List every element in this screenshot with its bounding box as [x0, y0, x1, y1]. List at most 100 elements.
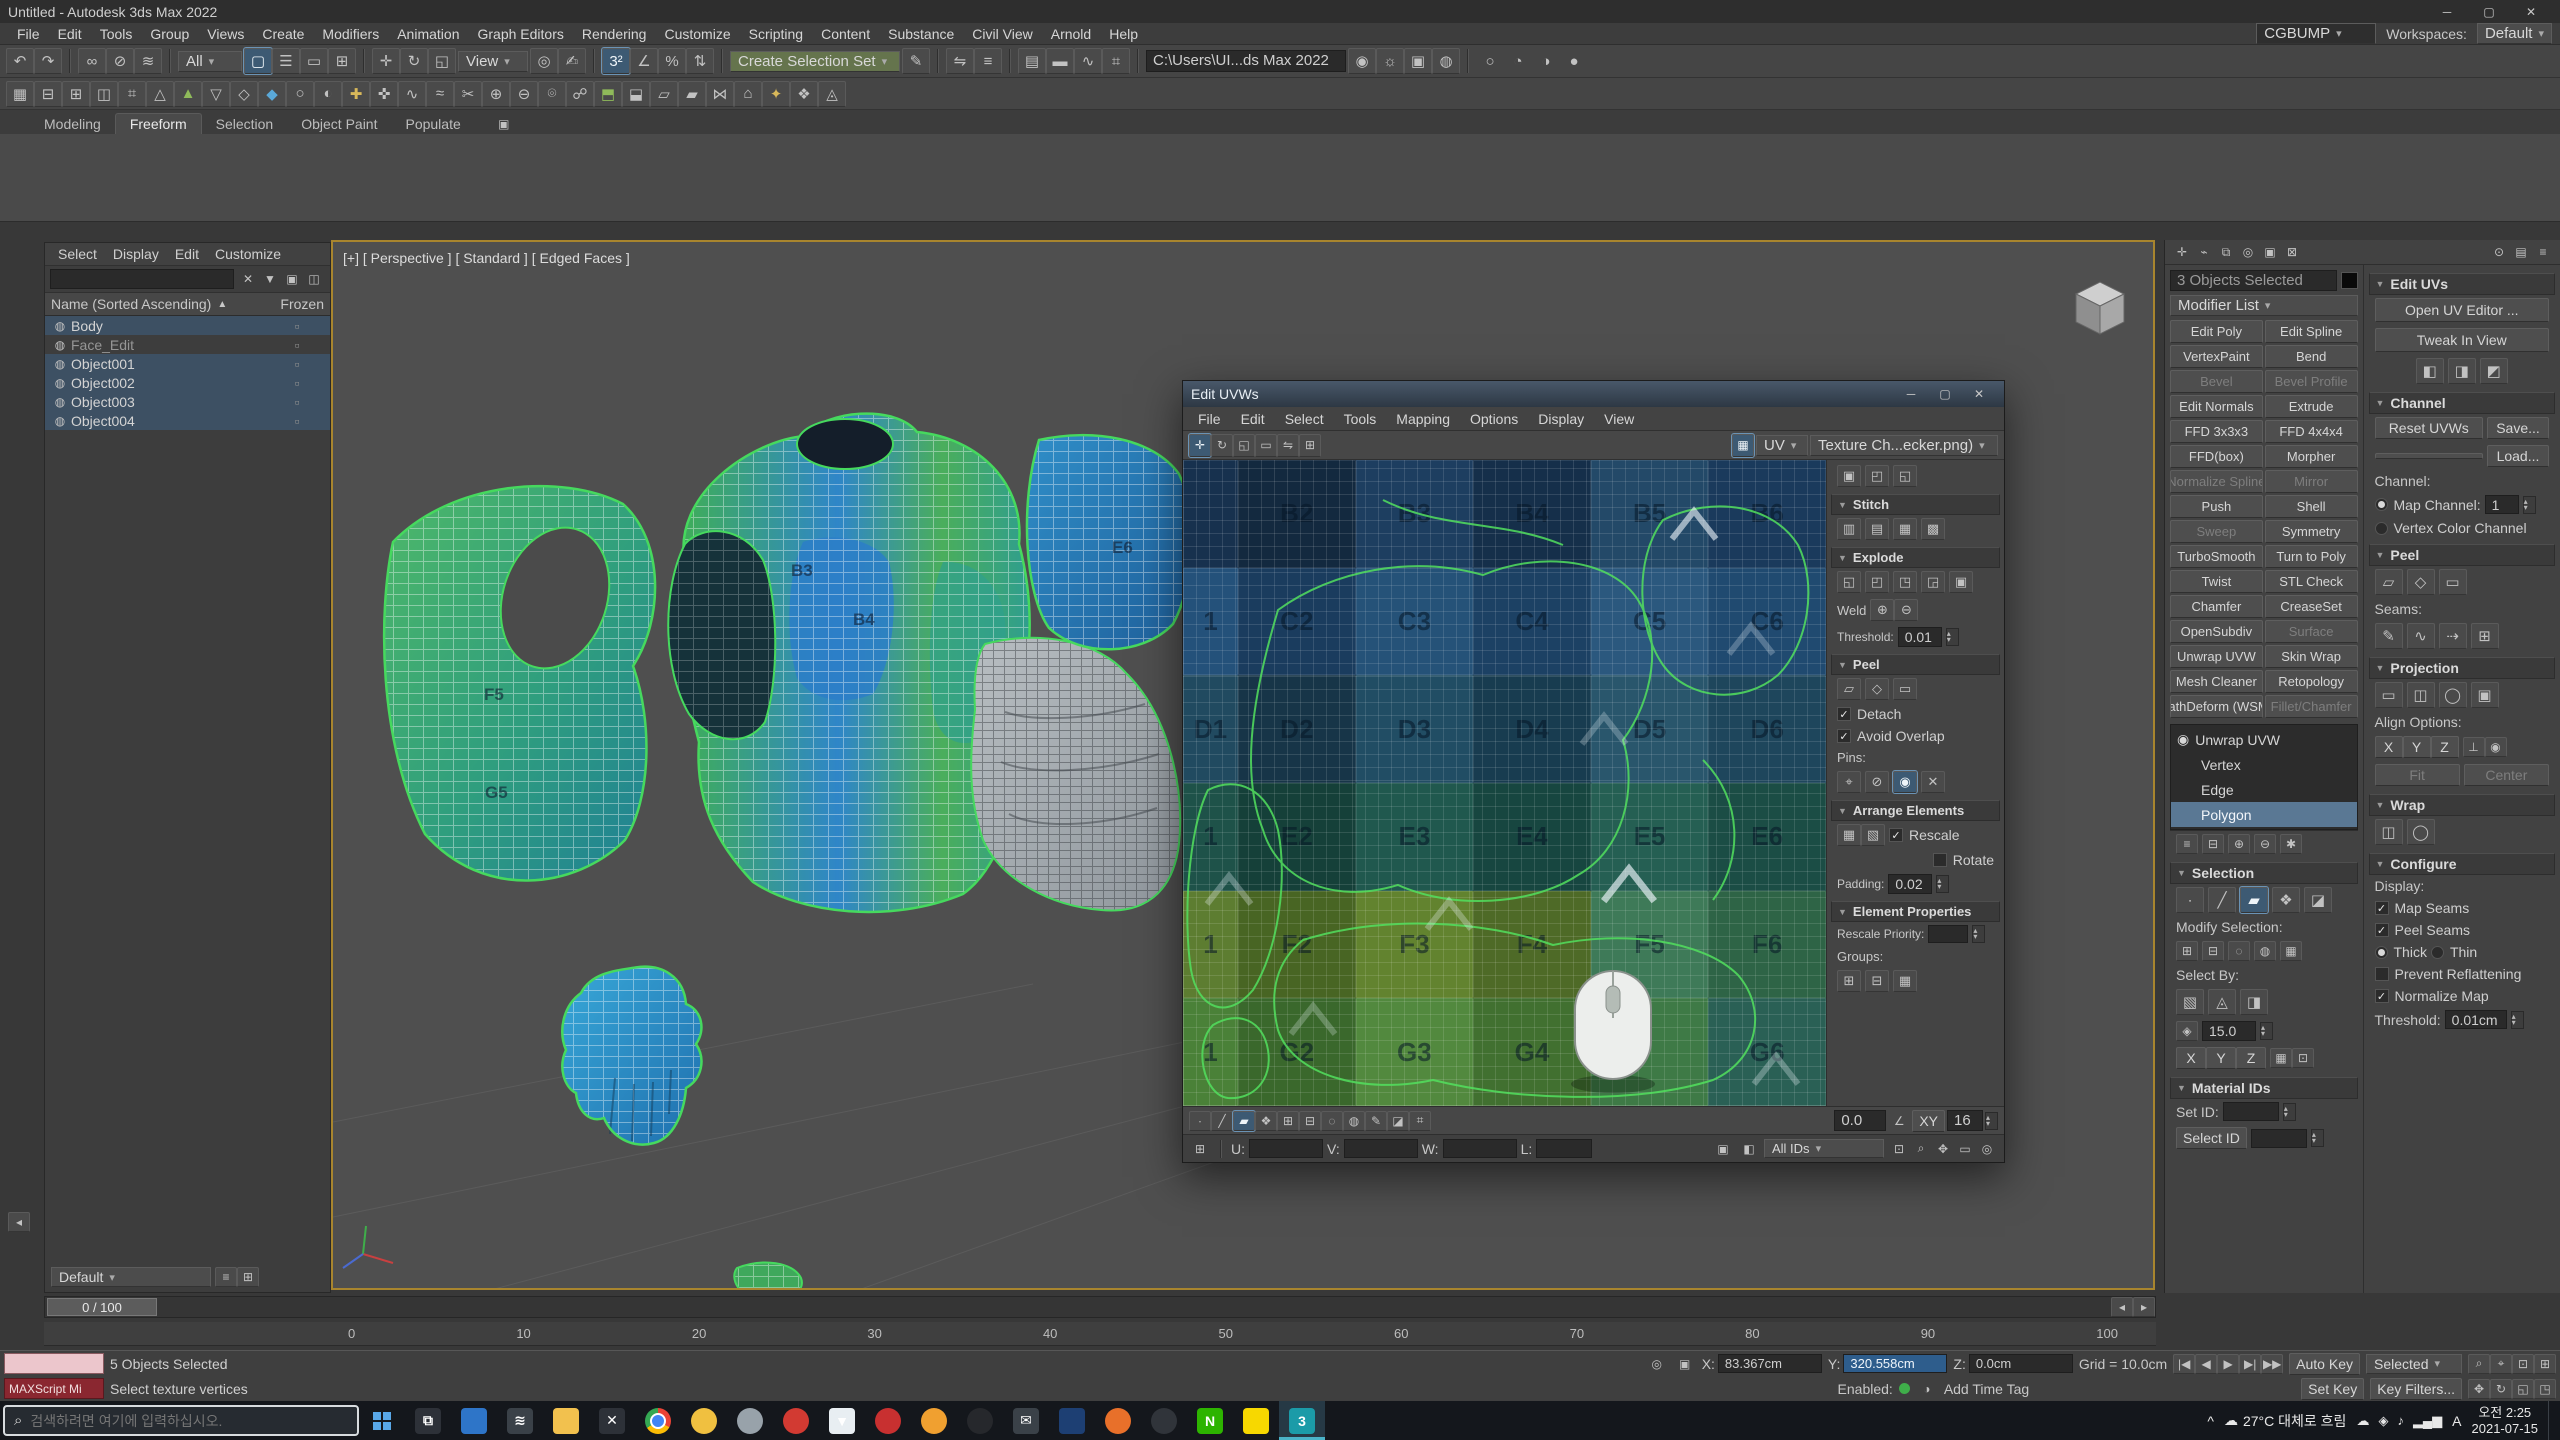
- select-id-spinner[interactable]: ▴▾: [2311, 1129, 2324, 1147]
- tool-icon[interactable]: ∿: [398, 81, 426, 107]
- start-button[interactable]: [359, 1401, 405, 1440]
- explorer-frozen-header[interactable]: Frozen: [280, 296, 324, 312]
- quick-peel-icon[interactable]: ◇: [2407, 569, 2435, 595]
- modifier-button[interactable]: Surface: [2265, 620, 2358, 643]
- layer-manager-icon[interactable]: ▤: [1018, 48, 1046, 74]
- stitch-custom-icon[interactable]: ▥: [1837, 518, 1861, 540]
- menu-item[interactable]: Edit: [49, 25, 91, 43]
- menu-item[interactable]: Customize: [655, 25, 739, 43]
- axis-button[interactable]: Z: [2236, 1047, 2266, 1069]
- flatten-angle-icon[interactable]: ◰: [1865, 571, 1889, 593]
- next-frame-icon[interactable]: ▶|: [2239, 1354, 2261, 1374]
- modifier-button[interactable]: STL Check: [2265, 570, 2358, 593]
- utilities-tab-icon[interactable]: ⊠: [2281, 242, 2303, 262]
- uv-menu-item[interactable]: Display: [1529, 410, 1593, 428]
- modifier-button[interactable]: OpenSubdiv: [2170, 620, 2263, 643]
- modifier-button[interactable]: Edit Spline: [2265, 320, 2358, 343]
- play-icon[interactable]: ▶: [2217, 1354, 2239, 1374]
- stitch-rollout[interactable]: Stitch: [1831, 494, 2000, 515]
- ribbon-tab[interactable]: Populate: [391, 114, 474, 134]
- edit-seams-icon[interactable]: ✎: [2375, 623, 2403, 649]
- peel-checkbox[interactable]: Avoid Overlap: [1837, 728, 1945, 744]
- uv-mirror-icon[interactable]: ⇋: [1277, 434, 1299, 457]
- v-field[interactable]: [1344, 1139, 1418, 1158]
- maxscript-mini-listener[interactable]: MAXScript Mi: [4, 1378, 104, 1399]
- align-axis-button[interactable]: Y: [2403, 736, 2431, 758]
- peel-mode-icon[interactable]: ▱: [2375, 569, 2403, 595]
- point-to-point-seam-icon[interactable]: ∿: [2407, 623, 2435, 649]
- stack-subobject-row[interactable]: Edge: [2171, 777, 2357, 802]
- align-icon[interactable]: ≡: [974, 48, 1002, 74]
- frozen-cell[interactable]: ▫: [268, 318, 326, 334]
- ribbon-tab[interactable]: Modeling: [30, 114, 115, 134]
- cgbump-menu[interactable]: CGBUMP: [2256, 23, 2376, 44]
- show-map-toggle-icon[interactable]: ▦: [1732, 434, 1754, 457]
- modifier-button[interactable]: Bevel Profile: [2265, 370, 2358, 393]
- tool-icon[interactable]: ☍: [566, 81, 594, 107]
- app-icon-red[interactable]: [773, 1401, 819, 1440]
- uv-select-inverse-icon[interactable]: ◪: [1387, 1111, 1409, 1131]
- flatten-polygon-icon[interactable]: ▣: [1949, 571, 1973, 593]
- select-group-icon[interactable]: ▦: [1893, 970, 1917, 992]
- seam-thickness-radio[interactable]: Thin: [2431, 944, 2477, 960]
- falloff-spinner[interactable]: ▴▾: [2260, 1022, 2273, 1040]
- tool-icon[interactable]: ▲: [174, 81, 202, 107]
- clear-search-icon[interactable]: ✕: [237, 269, 259, 289]
- uv-fill-icon[interactable]: ◧: [1738, 1139, 1760, 1159]
- stitch-average-icon[interactable]: ▤: [1865, 518, 1889, 540]
- uv-canvas[interactable]: B2B3B4B5B61C2C3C4C5C6D1D2D3D4D5D61E2E3E4…: [1183, 460, 1826, 1106]
- modifier-button[interactable]: Skin Wrap: [2265, 645, 2358, 668]
- select-id-button[interactable]: Select ID: [2176, 1127, 2247, 1149]
- uv-scale-icon[interactable]: ◱: [1233, 434, 1255, 457]
- menu-item[interactable]: Content: [812, 25, 879, 43]
- workspaces-dropdown[interactable]: Default: [2477, 23, 2552, 44]
- display-mode-icon[interactable]: ◫: [303, 269, 325, 289]
- naver-icon[interactable]: N: [1187, 1401, 1233, 1440]
- rotate-angle-field[interactable]: 0.0: [1834, 1110, 1886, 1131]
- modifier-button[interactable]: FFD 4x4x4: [2265, 420, 2358, 443]
- element-properties-rollout[interactable]: Element Properties: [1831, 901, 2000, 922]
- percent-snap-icon[interactable]: %: [658, 48, 686, 74]
- filter-icon[interactable]: ▼: [259, 269, 281, 289]
- modifier-button[interactable]: Bend: [2265, 345, 2358, 368]
- threshold-field[interactable]: 0.01cm: [2445, 1010, 2507, 1029]
- tool-icon[interactable]: ⌗: [118, 81, 146, 107]
- explorer-row[interactable]: ◍ Object003 ▫: [45, 392, 330, 411]
- break-icon[interactable]: ⊖: [1894, 599, 1918, 621]
- tool-icon[interactable]: ○: [286, 81, 314, 107]
- display-tab-icon[interactable]: ▣: [2259, 242, 2281, 262]
- menu-item[interactable]: Scripting: [740, 25, 812, 43]
- grid-size-field[interactable]: 16: [1947, 1110, 1983, 1131]
- panel-menu-icon[interactable]: ≡: [2532, 242, 2554, 262]
- isolate-selection-icon[interactable]: ◎: [1646, 1354, 1668, 1374]
- l-field[interactable]: [1536, 1139, 1592, 1158]
- peel-mode-icon[interactable]: ▱: [1837, 678, 1861, 700]
- align-view-icon[interactable]: ◉: [2485, 737, 2507, 757]
- zoom-extents-icon[interactable]: ⊡: [2512, 1354, 2534, 1374]
- file-explorer-icon[interactable]: [543, 1401, 589, 1440]
- quick-peel-icon[interactable]: ◇: [1865, 678, 1889, 700]
- mute-toggle-icon[interactable]: ◑: [1916, 1379, 1938, 1399]
- w-field[interactable]: [1443, 1139, 1517, 1158]
- uv-ring-icon[interactable]: ◍: [1343, 1111, 1365, 1131]
- wrap-rollout[interactable]: Wrap: [2369, 794, 2556, 816]
- pelt-map-icon[interactable]: ▭: [1893, 678, 1917, 700]
- uv-snap-grid-icon[interactable]: ⌗: [1409, 1111, 1431, 1131]
- menu-item[interactable]: Help: [1100, 25, 1147, 43]
- uv-snap-icon[interactable]: ⊞: [1299, 434, 1321, 457]
- align-axis-button[interactable]: Z: [2431, 736, 2459, 758]
- object-name-field[interactable]: 3 Objects Selected: [2170, 270, 2337, 291]
- tool-icon[interactable]: ⊟: [34, 81, 62, 107]
- window-crossing-icon[interactable]: ⊞: [328, 48, 356, 74]
- arrange-elements-rollout[interactable]: Arrange Elements: [1831, 800, 2000, 821]
- texture-list-dropdown[interactable]: Texture Ch...ecker.png): [1810, 435, 1998, 456]
- modifier-button[interactable]: Sweep: [2170, 520, 2263, 543]
- viewport-layout-tab-icon[interactable]: ◂: [8, 1212, 30, 1232]
- explorer-menu-item[interactable]: Edit: [168, 245, 206, 263]
- menu-item[interactable]: Rendering: [573, 25, 656, 43]
- schematic-view-icon[interactable]: ⌗: [1102, 48, 1130, 74]
- configure-checkbox[interactable]: Prevent Reflattening: [2375, 966, 2522, 982]
- render-half-icon[interactable]: ◑: [1532, 48, 1560, 74]
- angle-snap-icon[interactable]: ∠: [1888, 1111, 1910, 1131]
- tool-icon[interactable]: ✦: [762, 81, 790, 107]
